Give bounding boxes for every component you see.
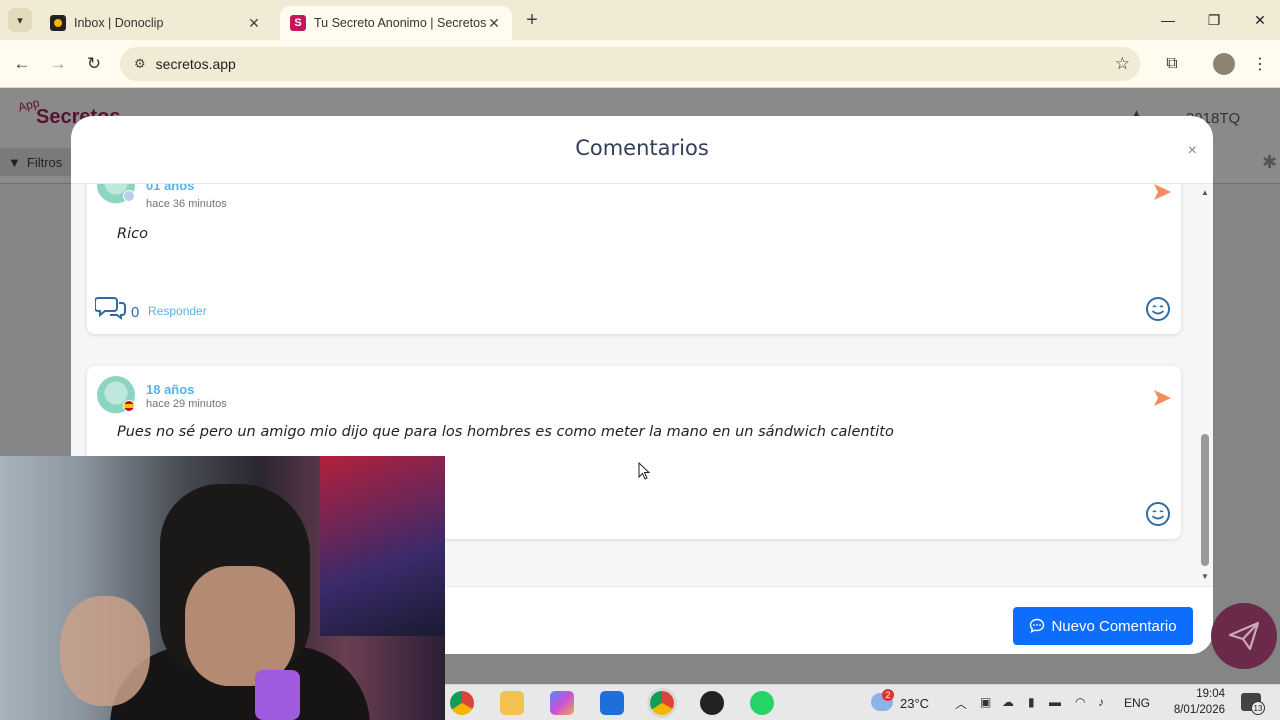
- reply-count: 0: [131, 304, 140, 321]
- url-text: secretos.app: [155, 56, 236, 72]
- spain-flag-icon: [123, 400, 135, 412]
- scrollbar-thumb[interactable]: [1201, 434, 1209, 566]
- browser-toolbar: ← → ↻ ⚙ secretos.app ☆ ⧉ ⋮: [0, 40, 1280, 88]
- filters-label: Filtros: [26, 154, 63, 170]
- comments-scrollbar[interactable]: ▲ ▼: [1197, 184, 1213, 586]
- comment-time: hace 36 minutos: [146, 198, 227, 210]
- tray-usb-icon[interactable]: ▮: [1028, 695, 1035, 709]
- site-info-icon[interactable]: ⚙: [134, 56, 146, 72]
- tab-secretos[interactable]: S Tu Secreto Anonimo | Secretos ✕: [280, 6, 512, 40]
- new-comment-label: Nuevo Comentario: [1051, 617, 1177, 635]
- file-explorer-icon[interactable]: [500, 691, 524, 715]
- tab-search-button[interactable]: ▾: [8, 8, 32, 32]
- back-button[interactable]: ←: [10, 52, 34, 76]
- webcam-person-hand: [60, 596, 150, 706]
- paper-plane-icon: [1228, 621, 1260, 651]
- tray-battery-icon[interactable]: ▬: [1049, 695, 1061, 709]
- comment-time: hace 29 minutos: [146, 398, 227, 410]
- copilot-icon[interactable]: [550, 691, 574, 715]
- settings-gear-icon[interactable]: ✱: [1262, 152, 1277, 173]
- address-bar[interactable]: ⚙ secretos.app ☆: [120, 47, 1140, 81]
- comment-age: 18 años: [146, 382, 195, 397]
- webcam-poster-decor: [320, 456, 445, 636]
- os-taskbar: 2 23°C ︿ ▣ ☁ ▮ ▬ ◠ ♪ ENG 19:04 8/01/2026…: [445, 684, 1280, 720]
- reload-button[interactable]: ↻: [82, 52, 106, 76]
- tab-title: Tu Secreto Anonimo | Secretos: [314, 16, 486, 30]
- tab-close-icon[interactable]: ✕: [486, 15, 502, 32]
- report-flag-icon[interactable]: [1151, 388, 1173, 408]
- globe-flag-icon: [123, 190, 135, 202]
- tray-device-icon[interactable]: ▣: [980, 695, 991, 709]
- close-window-button[interactable]: ✕: [1237, 0, 1280, 40]
- webcam-overlay: [0, 456, 445, 720]
- tab-inbox-donoclip[interactable]: Inbox | Donoclip ✕: [40, 6, 272, 40]
- temperature[interactable]: 23°C: [900, 696, 929, 711]
- language-indicator[interactable]: ENG: [1124, 696, 1150, 710]
- tray-cloud-off-icon[interactable]: ☁: [1002, 695, 1014, 709]
- scroll-down-arrow-icon[interactable]: ▼: [1200, 572, 1210, 581]
- smile-reaction-icon[interactable]: [1145, 296, 1171, 322]
- wifi-icon[interactable]: ◠: [1075, 695, 1085, 709]
- modal-header: Comentarios ×: [71, 116, 1213, 184]
- tray-overflow-chevron-icon[interactable]: ︿: [955, 695, 967, 712]
- modal-title: Comentarios: [575, 136, 709, 160]
- chrome-app-icon[interactable]: [450, 691, 474, 715]
- tab-title: Inbox | Donoclip: [74, 16, 164, 30]
- comment-card: 01 años hace 36 minutos Rico 0 Responder: [87, 184, 1181, 334]
- comment-age: 01 años: [146, 184, 195, 193]
- volume-icon[interactable]: ♪: [1098, 695, 1104, 709]
- comments-bubble-icon[interactable]: [95, 294, 127, 320]
- clock-date[interactable]: 8/01/2026: [1163, 704, 1225, 716]
- tab-strip: ▾ Inbox | Donoclip ✕ S Tu Secreto Anonim…: [0, 0, 1280, 40]
- report-flag-icon[interactable]: [1151, 184, 1173, 202]
- donoclip-favicon-icon: [50, 15, 66, 31]
- profile-avatar[interactable]: [1212, 52, 1236, 76]
- comment-text: Rico: [117, 226, 148, 242]
- forward-button[interactable]: →: [46, 52, 70, 76]
- notification-count: 13: [1251, 701, 1265, 715]
- filter-icon: ▼: [8, 154, 21, 170]
- comment-text: Pues no sé pero un amigo mio dijo que pa…: [117, 424, 894, 440]
- restore-button[interactable]: ❐: [1191, 0, 1237, 40]
- mouse-cursor-icon: [638, 462, 650, 480]
- webcam-purple-light: [255, 670, 300, 720]
- browser-menu-icon[interactable]: ⋮: [1248, 52, 1272, 76]
- modal-close-button[interactable]: ×: [1188, 142, 1197, 160]
- minimize-button[interactable]: —: [1145, 0, 1191, 40]
- extensions-icon[interactable]: ⧉: [1160, 52, 1184, 76]
- filters-button[interactable]: ▼ Filtros: [0, 148, 72, 176]
- webcam-person-face: [185, 566, 295, 686]
- send-secret-button[interactable]: [1211, 603, 1277, 669]
- new-comment-button[interactable]: Nuevo Comentario: [1013, 607, 1193, 645]
- microsoft-store-icon[interactable]: [600, 691, 624, 715]
- weather-alert-badge: 2: [882, 689, 894, 701]
- new-tab-button[interactable]: +: [520, 8, 544, 32]
- secretos-favicon-icon: S: [290, 15, 306, 31]
- reply-button[interactable]: Responder: [148, 304, 207, 318]
- tab-close-icon[interactable]: ✕: [246, 15, 262, 32]
- bookmark-star-icon[interactable]: ☆: [1115, 54, 1130, 74]
- chat-dots-icon: [1030, 618, 1045, 633]
- chrome-active-icon[interactable]: [650, 691, 674, 715]
- whatsapp-icon[interactable]: [750, 691, 774, 715]
- scroll-up-arrow-icon[interactable]: ▲: [1200, 188, 1210, 197]
- recorder-app-icon[interactable]: [700, 691, 724, 715]
- smile-reaction-icon[interactable]: [1145, 501, 1171, 527]
- clock-time[interactable]: 19:04: [1175, 688, 1225, 700]
